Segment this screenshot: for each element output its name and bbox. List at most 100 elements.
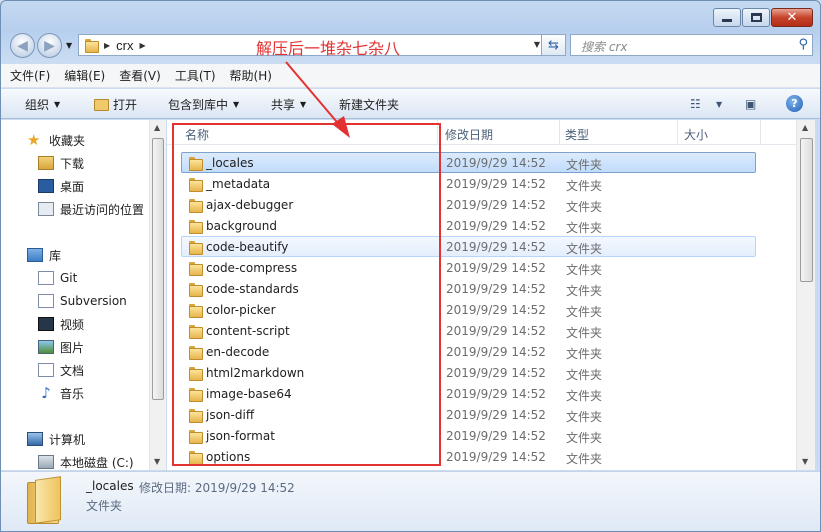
minimize-button[interactable] [713,8,741,27]
scroll-down-icon[interactable]: ▼ [154,457,160,466]
picture-library-icon [38,340,54,354]
sidebar-item-videos[interactable]: 视频 [38,314,84,334]
arrow-right-icon: ▶ [44,37,55,54]
video-library-icon [38,317,54,331]
file-date: 2019/9/29 14:52 [446,408,546,422]
recent-pages-dropdown[interactable]: ▼ [66,41,72,50]
sidebar-item-documents[interactable]: 文档 [38,360,84,380]
annotation-arrow-icon [285,61,350,138]
column-header-size[interactable]: 大小 [684,126,708,143]
column-header-type[interactable]: 类型 [565,126,589,143]
sidebar-item-git[interactable]: Git [38,268,77,288]
file-type: 文件夹 [566,389,603,403]
maximize-button[interactable] [742,8,770,27]
sidebar-item-label: Subversion [60,294,127,308]
organize-label: 组织 [25,98,50,112]
file-type: 文件夹 [566,242,603,256]
column-header-date[interactable]: 修改日期 [445,126,493,143]
file-date: 2019/9/29 14:52 [446,387,546,401]
refresh-button[interactable]: ⇆ [541,34,566,56]
sidebar-item-label: 音乐 [60,386,85,401]
arrow-left-icon: ◀ [17,37,28,54]
file-date: 2019/9/29 14:52 [446,261,546,275]
details-type: 文件夹 [86,499,123,513]
library-icon [27,248,43,262]
sidebar-libraries[interactable]: 库 [27,245,61,265]
sidebar-item-label: Git [60,271,78,285]
file-date: 2019/9/29 14:52 [446,303,546,317]
music-note-icon: ♪ [41,384,51,402]
file-date: 2019/9/29 14:52 [446,198,546,212]
refresh-icon: ⇆ [548,37,559,53]
open-button[interactable]: 打开 [94,96,137,113]
details-modified: 修改日期: 2019/9/29 14:52 [139,481,295,495]
navigation-pane-scrollbar[interactable]: ▲ ▼ [149,120,166,470]
include-in-library-button[interactable]: 包含到库中 ▼ [168,96,239,113]
folder-icon [84,38,99,53]
scroll-up-icon[interactable]: ▲ [154,123,160,132]
search-input[interactable]: 搜索 crx ⚲ [570,34,813,56]
sidebar-item-desktop[interactable]: 桌面 [38,176,84,196]
breadcrumb-crx[interactable]: crx [116,38,133,53]
file-type: 文件夹 [566,263,603,277]
sidebar-computer[interactable]: 计算机 [27,429,85,449]
help-button[interactable]: ? [786,95,803,112]
menu-edit[interactable]: 编辑(E) [64,67,105,84]
subversion-library-icon [38,294,54,308]
window-caption-buttons: ✕ [712,8,813,27]
file-date: 2019/9/29 14:52 [446,429,546,443]
view-dropdown-icon[interactable]: ▼ [716,100,722,109]
open-icon [94,98,109,111]
sidebar-favorites[interactable]: ★ 收藏夹 [27,130,85,150]
search-icon[interactable]: ⚲ [798,37,808,52]
menu-bar: 文件(F) 编辑(E) 查看(V) 工具(T) 帮助(H) [1,64,820,88]
file-list-scrollbar[interactable]: ▲ ▼ [796,120,815,470]
file-type: 文件夹 [566,158,603,172]
annotation-highlight-box [172,123,441,466]
sidebar-item-subversion[interactable]: Subversion [38,291,127,311]
breadcrumb-separator-icon[interactable]: ▶ [140,41,146,50]
scroll-down-icon[interactable]: ▼ [802,457,808,466]
menu-help[interactable]: 帮助(H) [230,67,272,84]
hard-disk-icon [38,455,54,469]
sidebar-item-downloads[interactable]: 下载 [38,153,84,173]
scrollbar-thumb[interactable] [800,138,813,282]
file-type: 文件夹 [566,221,603,235]
navigation-bar: ◀ ▶ ▼ ▶ crx ▶ ▼ ⇆ 搜索 crx ⚲ [10,33,813,59]
sidebar-item-label: 下载 [60,156,85,171]
file-type: 文件夹 [566,452,603,466]
preview-pane-icon[interactable]: ▣ [745,97,756,111]
close-button[interactable]: ✕ [771,8,813,27]
breadcrumb-separator-icon[interactable]: ▶ [104,41,110,50]
desktop-icon [38,179,54,193]
dropdown-arrow-icon: ▼ [54,100,61,109]
file-date: 2019/9/29 14:52 [446,177,546,191]
organize-button[interactable]: 组织 ▼ [25,96,60,113]
document-library-icon [38,363,54,377]
file-type: 文件夹 [566,347,603,361]
file-date: 2019/9/29 14:52 [446,282,546,296]
file-date: 2019/9/29 14:52 [446,345,546,359]
menu-file[interactable]: 文件(F) [10,67,50,84]
sidebar-item-music[interactable]: ♪ 音乐 [38,383,84,403]
change-view-icon[interactable]: ☷ [690,97,701,111]
scrollbar-thumb[interactable] [152,138,164,400]
open-label: 打开 [113,98,138,112]
navigation-pane: ★ 收藏夹 下载 桌面 最近访问的位置 库 Git Subversion 视频 … [1,120,149,470]
computer-icon [27,432,43,446]
sidebar-item-local-disk[interactable]: 本地磁盘 (C:) [38,452,134,470]
forward-button[interactable]: ▶ [37,33,62,58]
file-type: 文件夹 [566,200,603,214]
back-button[interactable]: ◀ [10,33,35,58]
menu-view[interactable]: 查看(V) [119,67,161,84]
menu-tools[interactable]: 工具(T) [175,67,216,84]
sidebar-item-recent-places[interactable]: 最近访问的位置 [38,199,144,219]
address-dropdown-icon[interactable]: ▼ [534,40,540,49]
sidebar-computer-label: 计算机 [49,432,86,447]
file-type: 文件夹 [566,284,603,298]
sidebar-favorites-label: 收藏夹 [49,133,86,148]
file-type: 文件夹 [566,305,603,319]
file-date: 2019/9/29 14:52 [446,324,546,338]
scroll-up-icon[interactable]: ▲ [802,123,808,132]
sidebar-item-pictures[interactable]: 图片 [38,337,84,357]
